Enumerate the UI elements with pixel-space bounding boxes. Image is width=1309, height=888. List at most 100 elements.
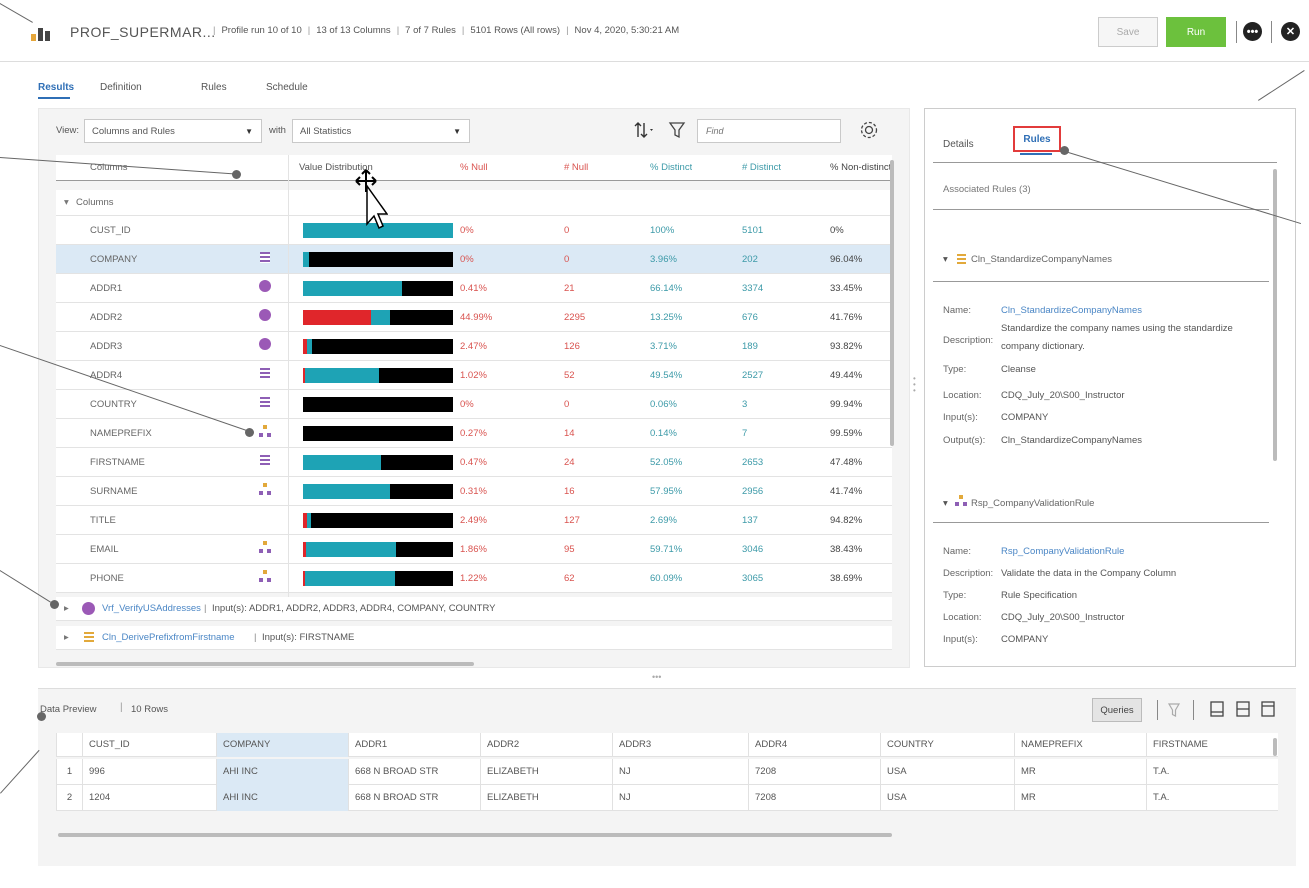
value-distribution-bar[interactable] [303,426,453,441]
grid-row[interactable]: SURNAME 0.31% 16 57.95% 2956 41.74% [56,477,892,506]
col-header-num-null[interactable]: # Null [564,155,588,181]
num-null: 14 [564,428,575,439]
find-input[interactable] [697,119,841,143]
rule-description-line1: Standardize the company names using the … [1001,323,1233,334]
pct-null: 0.47% [460,457,487,468]
grid-vertical-scrollbar[interactable] [890,160,894,446]
value-distribution-bar[interactable] [303,281,453,296]
meta-run: Profile run 10 of 10 [221,25,302,36]
grid-row[interactable]: ADDR3 2.47% 126 3.71% 189 93.82% [56,332,892,361]
col-header-num-distinct[interactable]: # Distinct [742,155,781,181]
grid-row[interactable]: CUST_ID 0% 0 100% 5101 0% [56,216,892,245]
preview-vertical-scrollbar[interactable] [1273,738,1277,756]
verify-rule-icon [82,602,95,615]
distribution-segment [306,542,396,557]
grid-row[interactable]: FIRSTNAME 0.47% 24 52.05% 2653 47.48% [56,448,892,477]
tab-schedule[interactable]: Schedule [266,82,308,93]
layout-top-icon[interactable] [1261,701,1275,717]
columns-group-row[interactable]: ▾ Columns [56,190,892,216]
value-distribution-bar[interactable] [303,310,453,325]
preview-column-header[interactable]: ADDR4 [748,733,880,757]
preview-column-header[interactable]: ADDR3 [612,733,748,757]
pct-distinct: 66.14% [650,283,683,294]
rule-row[interactable]: ▸ Cln_DerivePrefixfromFirstname | Input(… [56,626,892,650]
queries-button[interactable]: Queries [1092,698,1142,722]
grid-row[interactable]: PHONE 1.22% 62 60.09% 3065 38.69% [56,564,892,593]
rule-name-link[interactable]: Cln_StandardizeCompanyNames [1001,305,1142,316]
value-distribution-bar[interactable] [303,484,453,499]
value-distribution-bar[interactable] [303,368,453,383]
num-null: 126 [564,341,580,352]
details-vertical-scrollbar[interactable] [1273,169,1277,461]
grid-row[interactable]: EMAIL 1.86% 95 59.71% 3046 38.43% [56,535,892,564]
preview-column-header[interactable]: NAMEPREFIX [1014,733,1146,757]
rule-row[interactable]: ▸ Vrf_VerifyUSAddresses | Input(s): ADDR… [56,597,892,621]
layout-bottom-icon[interactable] [1210,701,1224,717]
value-distribution-bar[interactable] [303,571,453,586]
expand-caret-icon[interactable]: ▸ [64,626,69,650]
grid-row[interactable]: ADDR2 44.99% 2295 13.25% 676 41.76% [56,303,892,332]
preview-column-header[interactable]: COUNTRY [880,733,1014,757]
rule-name-link[interactable]: Cln_DerivePrefixfromFirstname [102,626,235,650]
col-header-pct-nondistinct[interactable]: % Non-distinct [830,155,890,181]
value-distribution-bar[interactable] [303,513,453,528]
grid-row[interactable]: ADDR1 0.41% 21 66.14% 3374 33.45% [56,274,892,303]
divider [1157,700,1158,720]
splitter-handle[interactable]: ••• [652,672,661,682]
rule-name-link[interactable]: Vrf_VerifyUSAddresses [102,597,201,621]
save-button[interactable]: Save [1098,17,1158,47]
value-distribution-bar[interactable] [303,252,453,267]
num-null: 0 [564,225,570,236]
value-distribution-bar[interactable] [303,455,453,470]
expand-caret-icon[interactable]: ▾ [64,190,69,216]
pct-null: 0.31% [460,486,487,497]
grid-row[interactable]: COUNTRY 0% 0 0.06% 3 99.94% [56,390,892,419]
meta-date: Nov 4, 2020, 5:30:21 AM [574,25,680,36]
col-header-pct-null[interactable]: % Null [460,155,487,181]
col-header-columns[interactable]: Columns [90,155,128,181]
filter-icon[interactable] [1167,700,1181,720]
tab-details[interactable]: Details [943,139,974,150]
tab-results[interactable]: Results [38,82,74,93]
distribution-segment [381,455,453,470]
preview-horizontal-scrollbar[interactable] [58,833,892,837]
tab-definition[interactable]: Definition [100,82,142,93]
sort-icon[interactable] [634,120,656,140]
vertical-splitter-handle[interactable]: • • • [913,375,916,395]
value-distribution-bar[interactable] [303,542,453,557]
preview-column-header[interactable]: FIRSTNAME [1146,733,1278,757]
preview-column-header[interactable]: COMPANY [216,733,348,757]
collapse-caret-icon[interactable]: ▾ [943,498,948,509]
expand-caret-icon[interactable]: ▸ [64,597,69,621]
settings-gear-icon[interactable] [858,119,880,141]
grid-row[interactable]: COMPANY 0% 0 3.96% 202 96.04% [56,245,892,274]
grid-horizontal-scrollbar[interactable] [56,662,474,666]
close-icon[interactable]: ✕ [1281,22,1300,41]
preview-column-header[interactable]: CUST_ID [82,733,216,757]
more-actions-icon[interactable]: ••• [1243,22,1262,41]
grid-row[interactable]: ADDR4 1.02% 52 49.54% 2527 49.44% [56,361,892,390]
collapse-caret-icon[interactable]: ▾ [943,254,948,265]
location-label: Location: [943,390,982,401]
distribution-segment [310,513,453,528]
pct-nondistinct: 99.59% [830,428,863,439]
preview-column-header[interactable]: ADDR2 [480,733,612,757]
preview-column-header[interactable]: ADDR1 [348,733,480,757]
statistics-select[interactable]: All Statistics ▼ [292,119,470,143]
col-header-pct-distinct[interactable]: % Distinct [650,155,692,181]
pct-null: 1.22% [460,573,487,584]
filter-icon[interactable] [668,120,686,140]
layout-split-icon[interactable] [1236,701,1250,717]
tab-rules[interactable]: Rules [201,82,227,93]
value-distribution-bar[interactable] [303,339,453,354]
tab-rules-details[interactable]: Rules [1013,126,1061,152]
column-name: COUNTRY [90,399,137,410]
rule-name-link[interactable]: Rsp_CompanyValidationRule [1001,546,1124,557]
rule-inputs: Input(s): FIRSTNAME [262,632,355,643]
value-distribution-bar[interactable] [303,397,453,412]
grid-row[interactable]: TITLE 2.49% 127 2.69% 137 94.82% [56,506,892,535]
top-bar: PROF_SUPERMAR... | Profile run 10 of 10 … [0,0,1309,62]
grid-row[interactable]: NAMEPREFIX 0.27% 14 0.14% 7 99.59% [56,419,892,448]
run-button[interactable]: Run [1166,17,1226,47]
view-select[interactable]: Columns and Rules ▼ [84,119,262,143]
